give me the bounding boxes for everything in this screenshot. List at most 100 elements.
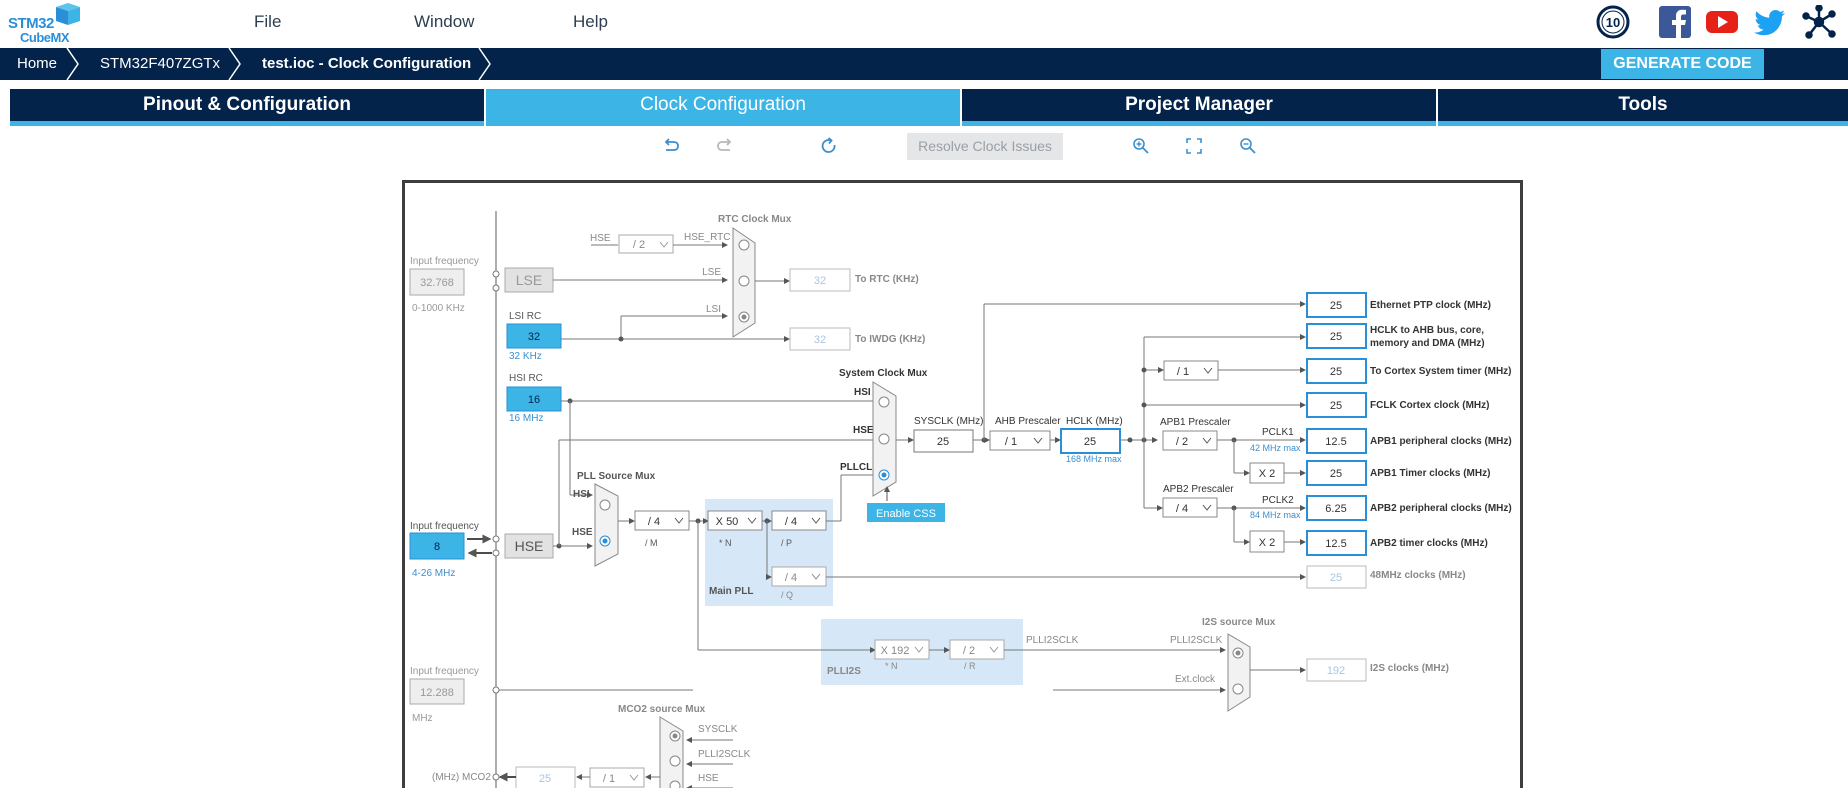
apb1-timer-multiplier-value: X 2 xyxy=(1259,468,1276,480)
zoom-out-icon[interactable] xyxy=(1238,136,1258,156)
sysmux-hse-input: HSE xyxy=(853,425,874,436)
mco2-output-value: 25 xyxy=(539,773,551,785)
ahb-prescaler-select[interactable] xyxy=(989,430,1051,451)
hclk-value: 25 xyxy=(1084,436,1096,448)
apb1-timer-value: 25 xyxy=(1330,468,1342,480)
mco2-source-mux xyxy=(659,716,684,788)
facebook-icon[interactable] xyxy=(1658,5,1692,39)
i2s-clock-value: 192 xyxy=(1327,665,1345,677)
pll-src-hse-input: HSE xyxy=(572,527,593,538)
twitter-icon[interactable] xyxy=(1753,5,1787,39)
logo-text-cubemx: CubeMX xyxy=(20,30,70,45)
lsi-rc-value: 32 xyxy=(528,331,540,343)
zoom-in-icon[interactable] xyxy=(1131,136,1151,156)
pllm-value: / 4 xyxy=(648,516,660,528)
cortex-timer-divider-value: / 1 xyxy=(1177,366,1189,378)
menu-window[interactable]: Window xyxy=(414,12,474,32)
resolve-clock-issues-button[interactable]: Resolve Clock Issues xyxy=(907,133,1063,160)
sysclk-label: SYSCLK (MHz) xyxy=(914,416,983,427)
network-icon[interactable] xyxy=(1802,5,1836,39)
plli2s-r-label: / R xyxy=(964,661,976,671)
generate-code-button[interactable]: GENERATE CODE xyxy=(1601,49,1764,79)
plln-label: * N xyxy=(719,538,732,548)
rtc-mux-lsi-input: LSI xyxy=(706,304,721,315)
sysclk-value: 25 xyxy=(937,436,949,448)
pllp-label: / P xyxy=(781,538,792,548)
iwdg-output-value: 32 xyxy=(814,334,826,346)
apb2-timer-label: APB2 timer clocks (MHz) xyxy=(1370,538,1488,549)
lse-input-freq-label: Input frequency xyxy=(410,256,479,267)
pclk1-label: PCLK1 xyxy=(1262,427,1294,438)
pll-src-hsi-input: HSI xyxy=(573,489,590,500)
apb2-timer-value: 12.5 xyxy=(1325,538,1346,550)
plli2sclk-wire-label: PLLI2SCLK xyxy=(1026,635,1079,646)
pll-source-mux xyxy=(594,483,619,567)
tab-project[interactable]: Project Manager xyxy=(962,89,1436,126)
mco2-radio-hse[interactable] xyxy=(669,780,681,788)
lse-range-label: 0-1000 KHz xyxy=(412,303,465,314)
breadcrumb-file[interactable]: test.ioc - Clock Configuration xyxy=(262,48,471,80)
sysmux-radio-hse[interactable] xyxy=(878,433,890,445)
apb2-timer-multiplier-value: X 2 xyxy=(1259,537,1276,549)
redo-icon[interactable] xyxy=(715,136,735,156)
rtc-mux-radio-lse[interactable] xyxy=(738,275,750,287)
pll-src-radio-hsi[interactable] xyxy=(599,499,611,511)
apb2-prescaler-value: / 4 xyxy=(1176,503,1188,515)
plli2s-r-value: / 2 xyxy=(963,645,975,657)
pclk2-label: PCLK2 xyxy=(1262,495,1294,506)
iwdg-output-label: To IWDG (KHz) xyxy=(855,334,925,345)
ext-input-freq-label: Input frequency xyxy=(410,666,479,677)
menu-file[interactable]: File xyxy=(254,12,281,32)
rtc-mux-radio-hse[interactable] xyxy=(738,239,750,251)
pll-source-mux-title: PLL Source Mux xyxy=(577,471,656,482)
i2s-mux-radio-ext[interactable] xyxy=(1232,683,1244,695)
stm32cubemx-logo: STM32 CubeMX xyxy=(6,3,84,45)
chevron-right-icon xyxy=(478,48,491,80)
hsi-rc-title: HSI RC xyxy=(509,373,543,384)
pllq-value: / 4 xyxy=(785,572,797,584)
cortex-system-timer-value: 25 xyxy=(1330,366,1342,378)
mco2-source-mux-title: MCO2 source Mux xyxy=(618,704,706,715)
hse-rtc-label: HSE_RTC xyxy=(684,232,731,243)
sysmux-hsi-input: HSI xyxy=(854,387,871,398)
breadcrumb-device[interactable]: STM32F407ZGTx xyxy=(100,48,220,80)
apb1-peripheral-label: APB1 peripheral clocks (MHz) xyxy=(1370,436,1512,447)
sysmux-radio-hsi[interactable] xyxy=(878,396,890,408)
fit-to-screen-icon[interactable] xyxy=(1184,136,1204,156)
breadcrumb: Home STM32F407ZGTx test.ioc - Clock Conf… xyxy=(0,48,1848,80)
mco2-output-label: (MHz) MCO2 xyxy=(432,772,491,783)
hse-freq-value: 8 xyxy=(434,541,440,553)
mco2-radio-plli2s[interactable] xyxy=(669,755,681,767)
main-pll-label: Main PLL xyxy=(709,586,753,597)
anniversary-badge-icon[interactable]: 10 xyxy=(1596,5,1630,39)
ahb-prescaler-label: AHB Prescaler xyxy=(995,416,1061,427)
tab-pinout[interactable]: Pinout & Configuration xyxy=(10,89,484,126)
fclk-cortex-value: 25 xyxy=(1330,400,1342,412)
fclk-cortex-label: FCLK Cortex clock (MHz) xyxy=(1370,400,1489,411)
undo-icon[interactable] xyxy=(661,136,681,156)
rtc-mux-lse-input: LSE xyxy=(702,267,721,278)
rtc-hse-divider-select[interactable] xyxy=(618,234,674,254)
apb1-peripheral-value: 12.5 xyxy=(1325,436,1346,448)
rtc-clock-mux-title: RTC Clock Mux xyxy=(718,214,792,225)
lse-block-label: LSE xyxy=(516,272,542,288)
i2s-source-mux xyxy=(1227,633,1251,712)
rtc-output-label: To RTC (KHz) xyxy=(855,274,919,285)
lse-freq-value: 32.768 xyxy=(420,277,454,289)
apb1-prescaler-label: APB1 Prescaler xyxy=(1160,417,1231,428)
lsi-rc-unit: 32 KHz xyxy=(509,351,542,362)
tab-clock[interactable]: Clock Configuration xyxy=(486,89,960,126)
badge-text: 10 xyxy=(1606,15,1620,30)
hsi-rc-value: 16 xyxy=(528,394,540,406)
pclk1-max-label: 42 MHz max xyxy=(1250,443,1301,453)
usb-48mhz-value: 25 xyxy=(1330,572,1342,584)
breadcrumb-home[interactable]: Home xyxy=(17,48,57,80)
clock-tree-canvas: Input frequency 32.768 0-1000 KHz LSE LS… xyxy=(409,211,1512,788)
apb1-timer-label: APB1 Timer clocks (MHz) xyxy=(1370,468,1490,479)
menu-help[interactable]: Help xyxy=(573,12,608,32)
hclk-ahb-label: HCLK to AHB bus, core, xyxy=(1370,325,1484,336)
tab-tools[interactable]: Tools xyxy=(1438,89,1848,126)
youtube-icon[interactable] xyxy=(1705,5,1739,39)
mco2-plli2sclk-input: PLLI2SCLK xyxy=(698,749,751,760)
refresh-icon[interactable] xyxy=(819,136,839,156)
